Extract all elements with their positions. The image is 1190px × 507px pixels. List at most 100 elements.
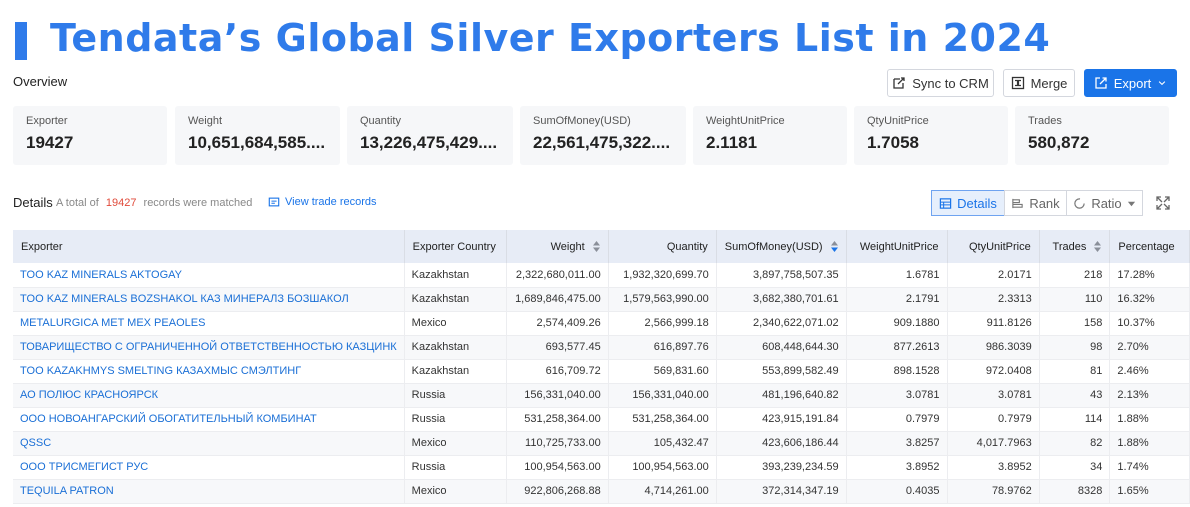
table-cell: 1,689,846,475.00 [506,287,609,312]
stat-card-trades: Trades 580,872 [1015,106,1169,165]
table-cell: 0.7979 [846,407,948,432]
table-cell: 156,331,040.00 [506,383,609,408]
col-header-weight[interactable]: Weight [506,230,609,263]
exporter-name-link[interactable]: METALURGICA MET MEX PEAOLES [13,311,405,336]
col-header-sum-of-money[interactable]: SumOfMoney(USD) [716,230,847,263]
sort-icon[interactable] [592,241,600,253]
merge-label: Merge [1030,75,1068,91]
table-cell: 2.3313 [947,287,1040,312]
rank-icon [1012,198,1024,208]
stat-card-quantity: Quantity 13,226,475,429.... [347,106,513,165]
sort-icon[interactable] [1094,241,1102,253]
table-row[interactable]: TOO KAZAKHMYS SMELTING КАЗАХМЫС СМЭЛТИНГ… [13,359,1190,384]
sort-icon[interactable] [830,241,838,253]
export-icon [1095,77,1107,89]
table-cell: 10.37% [1109,311,1190,336]
table-cell: Mexico [404,431,508,456]
table-row[interactable]: TEQUILA PATRON Mexico 922,806,268.88 4,714,… [13,479,1190,504]
records-matched-text: A total of 19427 records were matched [56,197,252,209]
table-cell: Russia [404,407,508,432]
table-cell: 34 [1039,455,1111,480]
table-cell: 569,831.60 [608,359,717,384]
sync-to-crm-button[interactable]: Sync to CRM [887,69,994,97]
exporter-name-link[interactable]: ООО НОВОАНГАРСКИЙ ОБОГАТИТЕЛЬНЫЙ КОМБИНА… [13,407,405,432]
table-cell: 100,954,563.00 [608,455,717,480]
table-cell: 2.70% [1109,335,1190,360]
exporter-name-link[interactable]: QSSC [13,431,405,456]
exporter-name-link[interactable]: TOO KAZAKHMYS SMELTING КАЗАХМЫС СМЭЛТИНГ [13,359,405,384]
exporter-name-link[interactable]: TEQUILA PATRON [13,479,405,504]
table-cell: 4,017.7963 [947,431,1040,456]
table-cell: Kazakhstan [404,263,508,288]
table-cell: 2,566,999.18 [608,311,717,336]
col-header-country: Exporter Country [404,230,508,263]
table-cell: 3,897,758,507.35 [716,263,847,288]
exporter-name-link[interactable]: ООО ТРИСМЕГИСТ РУС [13,455,405,480]
table-cell: 2.13% [1109,383,1190,408]
table-cell: 531,258,364.00 [506,407,609,432]
tab-ratio-label: Ratio [1091,195,1122,211]
table-cell: 986.3039 [947,335,1040,360]
table-row[interactable]: ООО ТРИСМЕГИСТ РУС Russia 100,954,563.00 10… [13,455,1190,480]
stat-card-exporter: Exporter 19427 [13,106,167,165]
table-cell: 158 [1039,311,1111,336]
table-row[interactable]: АО ПОЛЮС КРАСНОЯРСК Russia 156,331,040.00 1… [13,383,1190,408]
table-cell: 393,239,234.59 [716,455,847,480]
col-header-qty-unit-price: QtyUnitPrice [947,230,1040,263]
table-cell: 156,331,040.00 [608,383,717,408]
table-row[interactable]: ООО НОВОАНГАРСКИЙ ОБОГАТИТЕЛЬНЫЙ КОМБИНА… [13,407,1190,432]
table-cell: 17.28% [1109,263,1190,288]
table-cell: 110,725,733.00 [506,431,609,456]
table-row[interactable]: METALURGICA MET MEX PEAOLES Mexico 2,574,4… [13,311,1190,336]
total-prefix: A total of [56,197,99,209]
exporter-name-link[interactable]: ТОВАРИЩЕСТВО С ОГРАНИЧЕННОЙ ОТВЕТСТВЕННО… [13,335,405,360]
view-trade-records-link[interactable]: View trade records [268,196,377,208]
table-cell: 2.46% [1109,359,1190,384]
exporter-name-link[interactable]: TOO KAZ MINERALS AKTOGAY [13,263,405,288]
tab-rank[interactable]: Rank [1004,190,1067,216]
table-cell: 114 [1039,407,1111,432]
table-cell: 218 [1039,263,1111,288]
tab-details[interactable]: Details [931,190,1005,216]
ratio-icon [1074,197,1086,209]
table-cell: 3.0781 [846,383,948,408]
stat-value: 22,561,475,322.... [533,133,671,152]
table-cell: 922,806,268.88 [506,479,609,504]
table-row[interactable]: QSSC Mexico 110,725,733.00 105,432.47 423,60… [13,431,1190,456]
table-header-row: Exporter Exporter Country Weight Quantit… [13,230,1190,263]
table-cell: 78.9762 [947,479,1040,504]
table-row[interactable]: TOO KAZ MINERALS BOZSHAKOL КАЗ МИНЕРАЛЗ … [13,287,1190,312]
exporter-name-link[interactable]: АО ПОЛЮС КРАСНОЯРСК [13,383,405,408]
stat-card-weight-unit-price: WeightUnitPrice 2.1181 [693,106,847,165]
table-cell: 531,258,364.00 [608,407,717,432]
stat-label: Weight [188,115,223,127]
stat-label: Quantity [360,115,401,127]
table-cell: 2.1791 [846,287,948,312]
stat-label: Trades [1028,115,1062,127]
table-cell: 1,932,320,699.70 [608,263,717,288]
exporter-name-link[interactable]: TOO KAZ MINERALS BOZSHAKOL КАЗ МИНЕРАЛЗ … [13,287,405,312]
table-cell: 100,954,563.00 [506,455,609,480]
stat-card-qty-unit-price: QtyUnitPrice 1.7058 [854,106,1008,165]
col-header-percentage: Percentage [1109,230,1190,263]
table-cell: 16.32% [1109,287,1190,312]
table-cell: 0.7979 [947,407,1040,432]
expand-icon[interactable] [1155,195,1171,211]
table-row[interactable]: TOO KAZ MINERALS AKTOGAY Kazakhstan 2,322,… [13,263,1190,288]
tab-ratio[interactable]: Ratio [1066,190,1143,216]
col-header-trades[interactable]: Trades [1039,230,1111,263]
table-cell: Kazakhstan [404,359,508,384]
overview-label: Overview [13,74,68,89]
table-cell: 1.88% [1109,407,1190,432]
table-cell: 481,196,640.82 [716,383,847,408]
stat-card-weight: Weight 10,651,684,585.... [175,106,340,165]
table-row[interactable]: ТОВАРИЩЕСТВО С ОГРАНИЧЕННОЙ ОТВЕТСТВЕННО… [13,335,1190,360]
merge-button[interactable]: Merge [1003,69,1075,97]
total-suffix: records were matched [143,197,253,209]
table-cell: 693,577.45 [506,335,609,360]
table-cell: 423,915,191.84 [716,407,847,432]
export-button[interactable]: Export [1084,69,1177,97]
col-header-weight-unit-price: WeightUnitPrice [846,230,948,263]
table-cell: Mexico [404,311,508,336]
stat-value: 10,651,684,585.... [188,133,326,152]
